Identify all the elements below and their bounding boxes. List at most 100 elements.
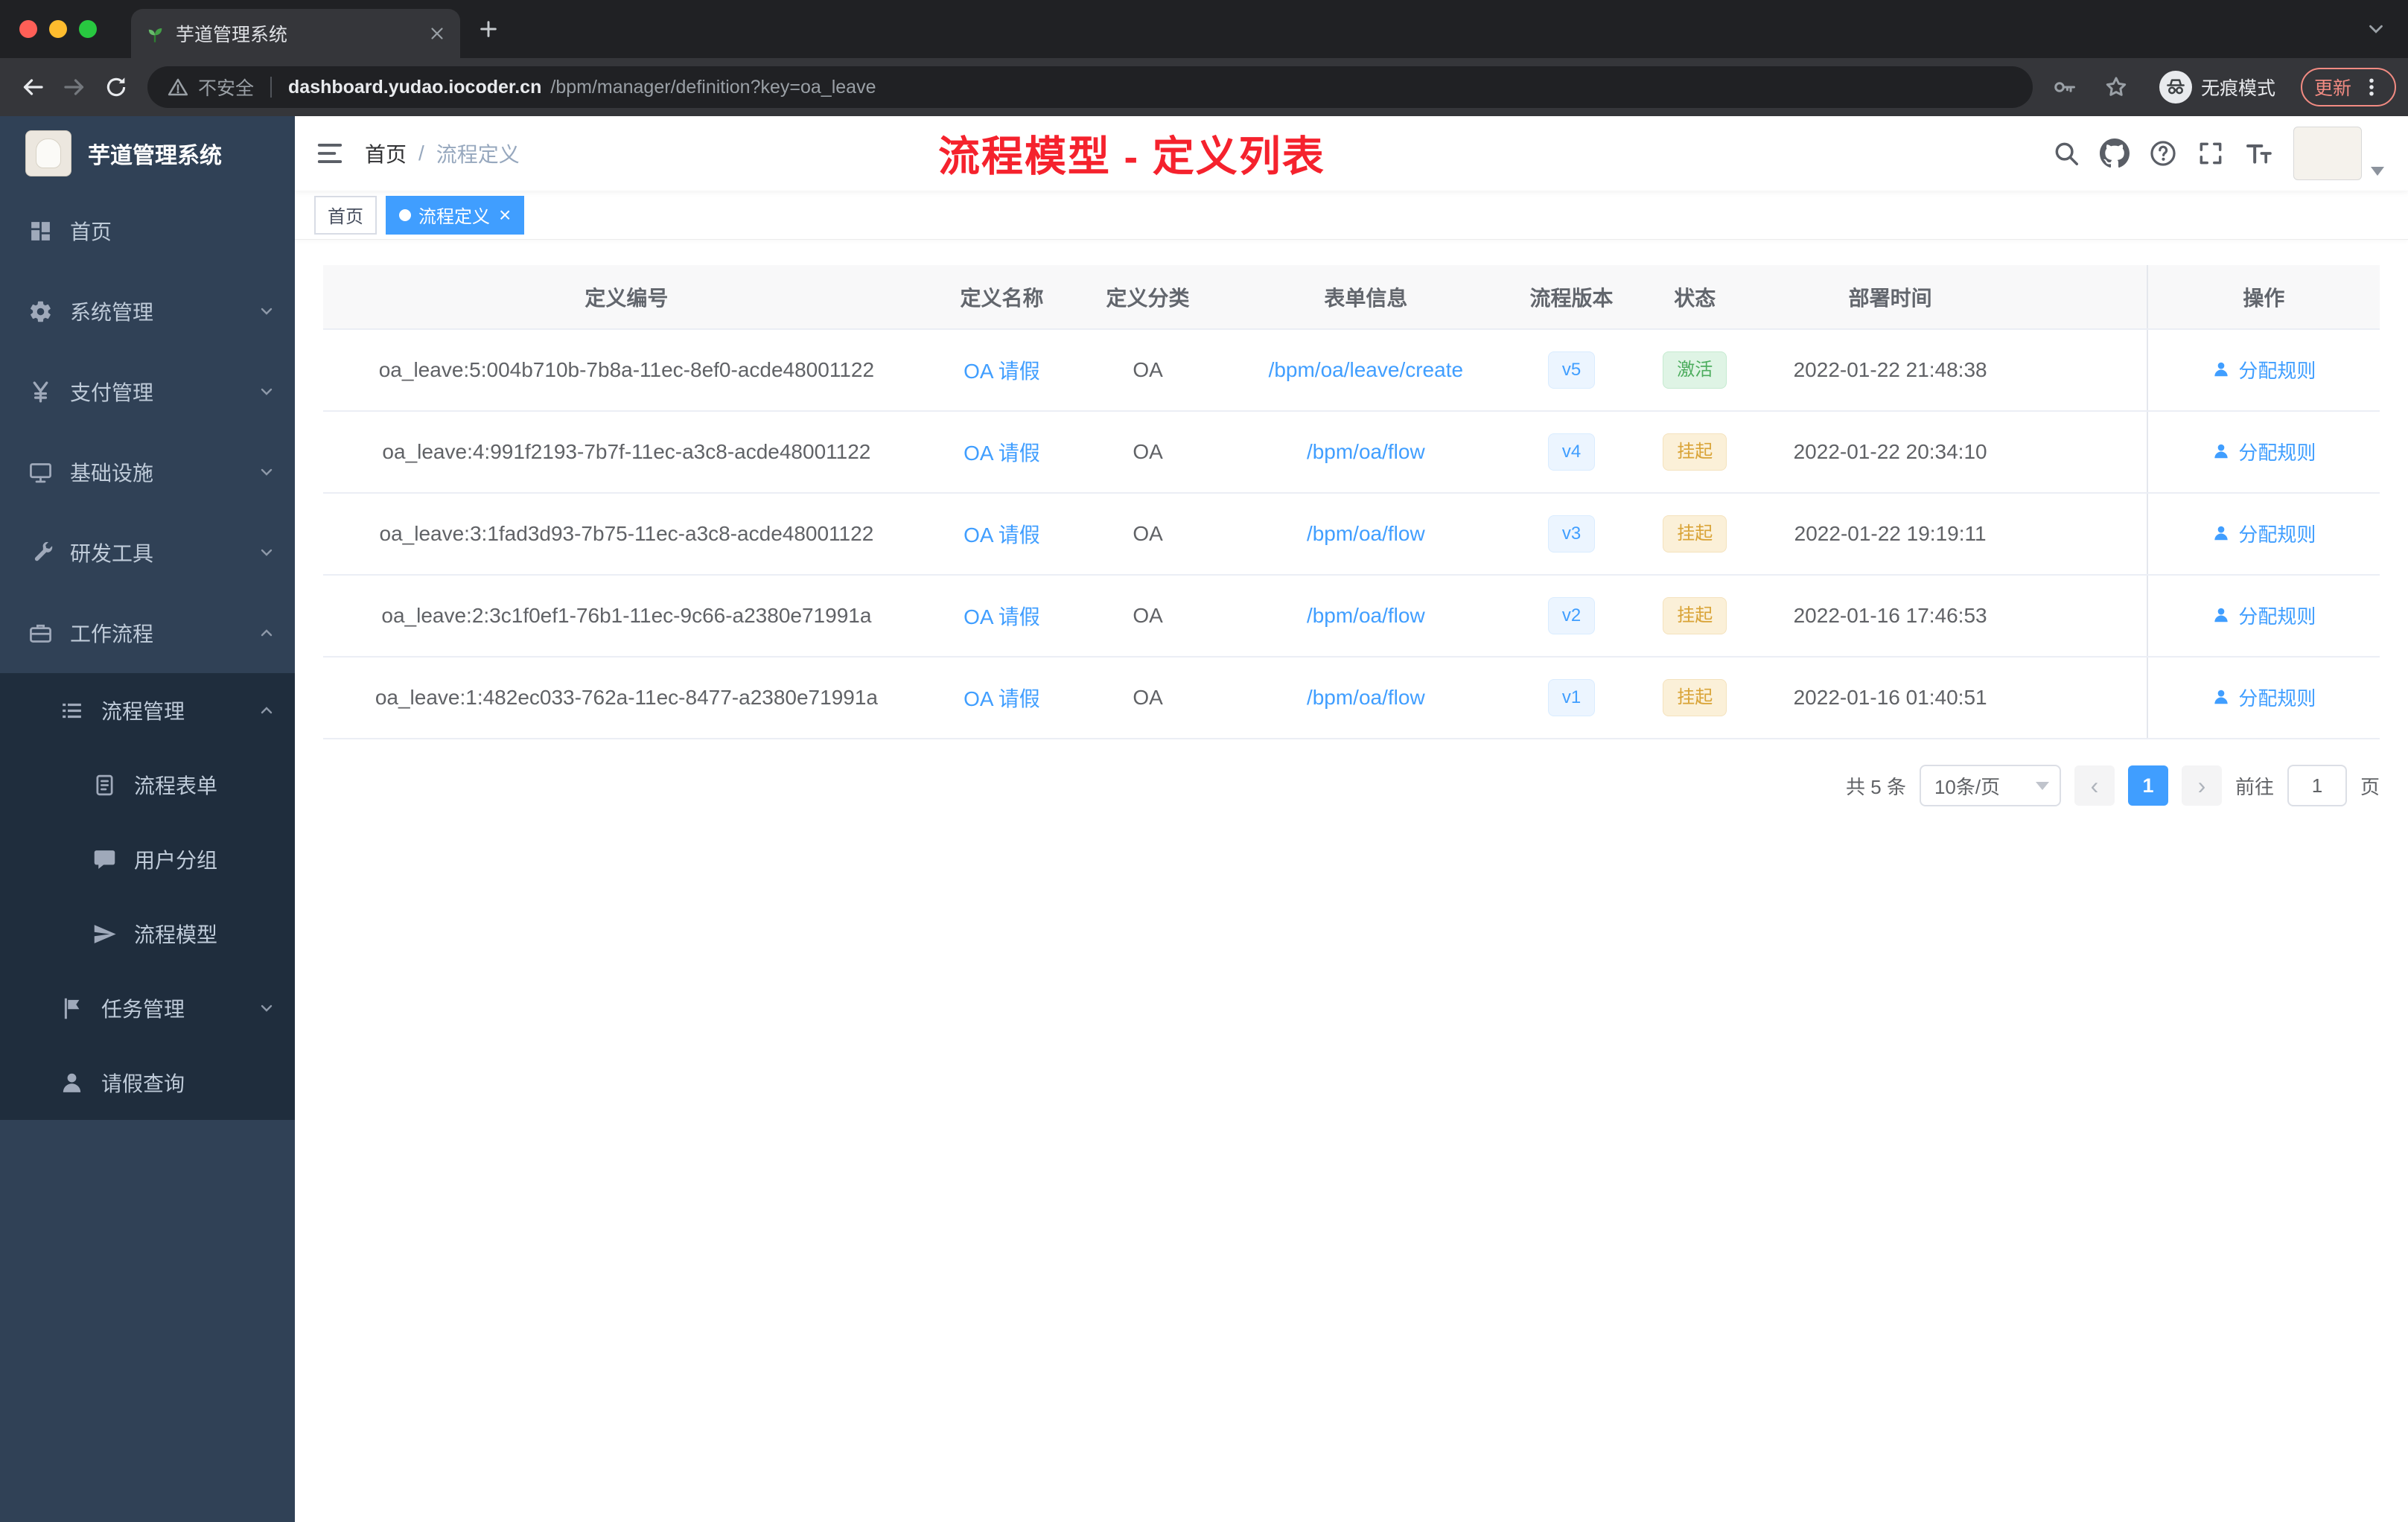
assign-rule-link[interactable]: 分配规则: [2211, 684, 2316, 711]
sidebar-item-process-form[interactable]: 流程表单: [0, 748, 295, 822]
deploy-time: 2022-01-22 20:34:10: [1793, 440, 1987, 463]
tab-search-chevron-icon[interactable]: [2365, 18, 2387, 40]
definition-category: OA: [1133, 686, 1163, 709]
window-close-button[interactable]: [19, 20, 37, 38]
user-avatar-menu[interactable]: [2293, 127, 2384, 180]
navbar-actions: [2052, 127, 2408, 180]
process-model-icon: [91, 920, 118, 947]
form-link[interactable]: /bpm/oa/flow: [1307, 440, 1425, 463]
definition-name-link[interactable]: OA 请假: [963, 523, 1040, 547]
help-question-icon[interactable]: [2149, 139, 2177, 168]
chevron-down-icon: [258, 463, 275, 481]
sidebar-item-label: 流程模型: [134, 923, 218, 946]
sidebar-item-system-management[interactable]: 系统管理: [0, 271, 295, 351]
sidebar-item-infrastructure[interactable]: 基础设施: [0, 432, 295, 512]
user-icon: [2214, 363, 2229, 377]
assign-rule-link[interactable]: 分配规则: [2211, 438, 2316, 465]
sidebar-item-label: 请假查询: [101, 1072, 185, 1095]
definition-name-link[interactable]: OA 请假: [963, 687, 1040, 710]
status-badge: 挂起: [1663, 433, 1727, 471]
infrastructure-icon: [27, 459, 54, 485]
status-badge: 挂起: [1663, 597, 1727, 634]
user-icon: [2214, 608, 2229, 623]
window-minimize-button[interactable]: [49, 20, 67, 38]
chevron-down-icon: [258, 999, 275, 1017]
sidebar-item-label: 系统管理: [70, 301, 154, 324]
page-unit-label: 页: [2360, 775, 2380, 798]
version-badge: v3: [1547, 515, 1596, 553]
hamburger-icon[interactable]: [295, 116, 365, 191]
page-number-1[interactable]: 1: [2127, 765, 2168, 806]
app-logo[interactable]: 芋道管理系统: [0, 116, 295, 191]
breadcrumb-home[interactable]: 首页: [365, 138, 407, 168]
github-icon[interactable]: [2100, 138, 2130, 168]
logo-avatar: [25, 130, 71, 176]
reload-button[interactable]: [95, 66, 137, 108]
app-title: 芋道管理系统: [88, 144, 222, 168]
tab-close-icon[interactable]: [427, 24, 447, 43]
search-icon[interactable]: [2052, 139, 2080, 168]
sidebar-item-leave-query[interactable]: 请假查询: [0, 1045, 295, 1120]
font-size-icon[interactable]: [2244, 138, 2274, 168]
definition-name-link[interactable]: OA 请假: [963, 442, 1040, 465]
security-label[interactable]: 不安全: [198, 74, 254, 101]
table-row: oa_leave:2:3c1f0ef1-76b1-11ec-9c66-a2380…: [323, 575, 2380, 657]
deploy-time: 2022-01-16 01:40:51: [1793, 686, 1987, 709]
sidebar-item-process-model[interactable]: 流程模型: [0, 897, 295, 971]
fullscreen-icon[interactable]: [2197, 139, 2225, 168]
sidebar-item-dev-tools[interactable]: 研发工具: [0, 512, 295, 593]
chevron-up-icon: [258, 624, 275, 642]
next-page-button[interactable]: ›: [2181, 765, 2222, 806]
browser-tab[interactable]: 芋道管理系统: [131, 9, 460, 58]
sidebar-item-user-group[interactable]: 用户分组: [0, 822, 295, 897]
deploy-time: 2022-01-22 19:19:11: [1794, 522, 1987, 545]
browser-tab-strip: 芋道管理系统: [0, 0, 2408, 58]
assign-rule-link[interactable]: 分配规则: [2211, 520, 2316, 547]
table-header-row: 定义编号 定义名称 定义分类 表单信息 流程版本 状态 部署时间 操作: [323, 265, 2380, 330]
goto-page-input[interactable]: [2287, 765, 2347, 806]
window-zoom-button[interactable]: [79, 20, 97, 38]
page-content: 定义编号 定义名称 定义分类 表单信息 流程版本 状态 部署时间 操作 oa_l…: [295, 240, 2408, 1522]
address-bar[interactable]: 不安全 dashboard.yudao.iocoder.cn/bpm/manag…: [147, 66, 2033, 108]
definition-name-link[interactable]: OA 请假: [963, 360, 1040, 383]
definition-id: oa_leave:3:1fad3d93-7b75-11ec-a3c8-acde4…: [379, 522, 874, 545]
tag-process-definition[interactable]: 流程定义 ×: [386, 195, 525, 235]
definition-name-link[interactable]: OA 请假: [963, 605, 1040, 628]
sidebar-item-home[interactable]: 首页: [0, 191, 295, 271]
sidebar: 芋道管理系统 首页 系统管理 支付管理 基础设施 研发工具 工作流程 流程管理 …: [0, 116, 295, 1522]
password-key-icon[interactable]: [2043, 66, 2085, 108]
column-definition-category: 定义分类: [1074, 265, 1222, 330]
tag-close-icon[interactable]: ×: [499, 204, 511, 226]
tag-label: 流程定义: [418, 207, 490, 227]
breadcrumb-separator: /: [418, 141, 424, 165]
form-link[interactable]: /bpm/oa/flow: [1307, 522, 1425, 545]
bookmark-star-icon[interactable]: [2095, 66, 2137, 108]
sidebar-item-task-management[interactable]: 任务管理: [0, 971, 295, 1045]
tag-home[interactable]: 首页: [314, 195, 377, 235]
incognito-label: 无痕模式: [2200, 78, 2275, 99]
assign-rule-link[interactable]: 分配规则: [2211, 356, 2316, 383]
browser-toolbar: 不安全 dashboard.yudao.iocoder.cn/bpm/manag…: [0, 58, 2408, 116]
new-tab-button[interactable]: [477, 17, 500, 41]
sidebar-item-label: 工作流程: [70, 623, 154, 646]
sidebar-item-label: 首页: [70, 220, 112, 243]
browser-update-button[interactable]: 更新: [2300, 68, 2396, 106]
back-button[interactable]: [12, 66, 54, 108]
assign-rule-link[interactable]: 分配规则: [2211, 602, 2316, 629]
form-link[interactable]: /bpm/oa/flow: [1307, 686, 1425, 709]
page-size-select[interactable]: 10条/页: [1919, 765, 2061, 806]
sidebar-item-label: 基础设施: [70, 462, 154, 485]
definition-category: OA: [1133, 358, 1163, 381]
forward-button[interactable]: [54, 66, 95, 108]
form-link[interactable]: /bpm/oa/leave/create: [1269, 358, 1464, 381]
prev-page-button[interactable]: ‹: [2074, 765, 2115, 806]
sidebar-item-process-management[interactable]: 流程管理: [0, 673, 295, 748]
pagination: 共 5 条 10条/页 ‹ 1 › 前往 页: [323, 765, 2380, 806]
table-row: oa_leave:5:004b710b-7b8a-11ec-8ef0-acde4…: [323, 329, 2380, 412]
form-link[interactable]: /bpm/oa/flow: [1307, 604, 1425, 627]
sidebar-item-payment-management[interactable]: 支付管理: [0, 351, 295, 432]
tags-view: 首页 流程定义 ×: [295, 191, 2408, 240]
status-badge: 激活: [1663, 351, 1727, 389]
sidebar-item-workflow[interactable]: 工作流程: [0, 593, 295, 673]
devtools-icon: [27, 539, 54, 566]
